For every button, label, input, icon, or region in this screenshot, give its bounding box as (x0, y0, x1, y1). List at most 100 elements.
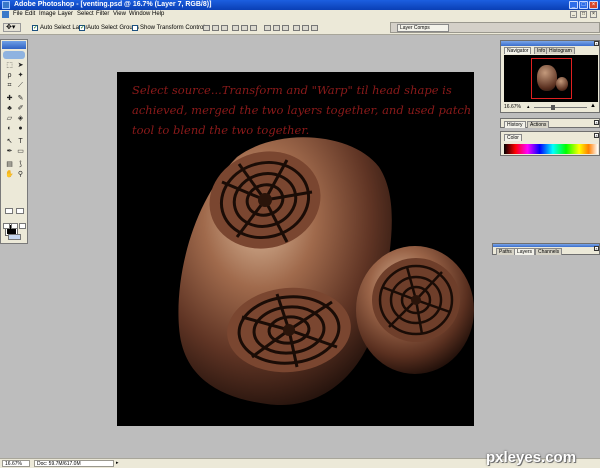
close-icon[interactable]: × (589, 1, 598, 9)
tab-color[interactable]: Color (504, 134, 522, 141)
history-close-icon[interactable]: × (594, 120, 599, 125)
menu-file[interactable]: File (13, 11, 23, 17)
history-brush-icon[interactable]: ✐ (16, 105, 25, 113)
menu-filter[interactable]: Filter (96, 11, 109, 17)
status-doc-info[interactable]: Doc: 59.7M/617.0M (34, 460, 114, 467)
status-menu-arrow-icon[interactable]: ▸ (116, 461, 121, 466)
watermark-logo: pxleyes.com (486, 449, 577, 466)
distribute-right-icon[interactable] (311, 25, 318, 31)
title-bar: Adobe Photoshop - [venting.psd @ 16.7% (… (0, 0, 600, 10)
menu-help[interactable]: Help (152, 11, 164, 17)
healing-brush-icon[interactable]: ✚ (5, 95, 14, 103)
menu-edit[interactable]: Edit (25, 11, 35, 17)
layers-palette: × Paths Layers Channels (492, 243, 600, 255)
distribute-bottom-icon[interactable] (282, 25, 289, 31)
zoom-out-icon[interactable]: ▴ (527, 105, 532, 110)
show-transform-controls-label: Show Transform Controls (140, 25, 208, 31)
magic-wand-icon[interactable]: ✦ (16, 72, 25, 80)
screen-mode-standard-icon[interactable] (3, 223, 10, 229)
navigator-zoom-value[interactable]: 16.67% (504, 104, 521, 110)
tab-histogram[interactable]: Histogram (546, 47, 575, 54)
type-tool-icon[interactable]: T (16, 138, 25, 146)
menu-layer[interactable]: Layer (58, 11, 73, 17)
doc-close-icon[interactable]: × (590, 11, 597, 18)
align-right-icon[interactable] (250, 25, 257, 31)
hand-tool-icon[interactable]: ✋ (5, 171, 14, 179)
layers-palette-header[interactable] (493, 244, 599, 247)
navigator-palette: × Navigator Info Histogram 16.67% ▴ ▲ (500, 40, 600, 113)
navigator-zoom-handle[interactable] (551, 105, 555, 110)
shape-tool-icon[interactable]: ▭ (16, 148, 25, 156)
menu-select[interactable]: Select (77, 11, 94, 17)
navigator-palette-header[interactable] (501, 41, 599, 46)
tab-channels[interactable]: Channels (535, 248, 563, 255)
color-palette: × Color (500, 131, 600, 156)
distribute-top-icon[interactable] (264, 25, 271, 31)
screen-mode-full-icon[interactable] (19, 223, 26, 229)
pen-tool-icon[interactable]: ✒ (5, 148, 14, 156)
adobe-online-icon[interactable] (3, 51, 25, 59)
maximize-icon[interactable]: □ (579, 1, 588, 9)
document-icon[interactable] (2, 11, 9, 18)
paint-bucket-icon[interactable]: ◈ (16, 115, 25, 123)
eyedropper-icon[interactable]: ⟆ (16, 161, 25, 169)
navigator-sphere-thumb (556, 77, 568, 91)
tab-paths[interactable]: Paths (496, 248, 515, 255)
document-canvas[interactable]: Select source...Transform and "Warp" til… (117, 72, 474, 426)
doc-restore-icon[interactable]: □ (580, 11, 587, 18)
blur-tool-icon[interactable]: ◐ (5, 125, 14, 133)
tab-navigator[interactable]: Navigator (504, 47, 532, 54)
distribute-hcenter-icon[interactable] (302, 25, 309, 31)
show-transform-controls-checkbox[interactable] (132, 25, 138, 31)
jump-to-imageready-icon[interactable] (8, 234, 21, 240)
distribute-left-icon[interactable] (293, 25, 300, 31)
layer-comps-tab[interactable]: Layer Comps (397, 24, 449, 32)
distribute-vcenter-icon[interactable] (273, 25, 280, 31)
move-tool-icon-box[interactable]: ➤ (16, 62, 25, 70)
align-left-icon[interactable] (232, 25, 239, 31)
navigator-helmet-thumb (537, 65, 557, 91)
dodge-tool-icon[interactable]: ● (16, 125, 25, 133)
navigator-zoom-slider[interactable] (534, 107, 587, 108)
notes-tool-icon[interactable]: ▤ (5, 161, 14, 169)
navigator-thumbnail[interactable] (504, 55, 598, 102)
color-close-icon[interactable]: × (594, 133, 599, 138)
screen-mode-full-menu-icon[interactable] (11, 223, 18, 229)
align-vcenter-icon[interactable] (212, 25, 219, 31)
quick-mask-icon[interactable] (16, 208, 24, 214)
toolbox-header[interactable] (2, 41, 26, 49)
canvas-overlay-text: Select source...Transform and "Warp" til… (132, 83, 472, 137)
layers-close-icon[interactable]: × (594, 246, 599, 251)
brush-tool-icon[interactable]: ✎ (16, 95, 25, 103)
navigator-close-icon[interactable]: × (594, 41, 599, 46)
crop-tool-icon[interactable]: ⌗ (5, 82, 14, 90)
align-hcenter-icon[interactable] (241, 25, 248, 31)
slice-tool-icon[interactable]: ⟋ (16, 82, 25, 90)
zoom-in-icon[interactable]: ▲ (590, 103, 596, 110)
status-zoom-field[interactable]: 16.67% (2, 460, 30, 467)
tab-history[interactable]: History (504, 121, 526, 128)
eraser-tool-icon[interactable]: ▱ (5, 115, 14, 123)
align-bottom-icon[interactable] (221, 25, 228, 31)
menu-image[interactable]: Image (39, 11, 56, 17)
marquee-tool-icon[interactable]: ⬚ (5, 62, 14, 70)
align-top-icon[interactable] (203, 25, 210, 31)
photoshop-app-icon (2, 1, 10, 9)
path-selection-icon[interactable]: ↖ (5, 138, 14, 146)
move-tool-icon[interactable]: ✥▾ (3, 23, 21, 32)
auto-select-layer-checkbox[interactable]: ✓ (32, 25, 38, 31)
minimize-icon[interactable]: _ (569, 1, 578, 9)
tab-layers[interactable]: Layers (514, 248, 536, 255)
doc-minimize-icon[interactable]: _ (570, 11, 577, 18)
toolbox: ⬚ ➤ ρ ✦ ⌗ ⟋ ✚ ✎ ♣ ✐ ▱ ◈ ◐ ● ↖ T ✒ ▭ ▤ ⟆ … (0, 39, 28, 244)
zoom-tool-icon[interactable]: ⚲ (16, 171, 25, 179)
lasso-tool-icon[interactable]: ρ (5, 72, 14, 80)
clone-stamp-icon[interactable]: ♣ (5, 105, 14, 113)
history-palette: × History Actions (500, 118, 600, 128)
menu-window[interactable]: Window (129, 11, 150, 17)
tab-actions[interactable]: Actions (527, 121, 550, 128)
auto-select-groups-checkbox[interactable]: ✓ (79, 25, 85, 31)
standard-mode-icon[interactable] (5, 208, 13, 214)
menu-view[interactable]: View (113, 11, 126, 17)
color-ramp[interactable] (504, 144, 598, 154)
